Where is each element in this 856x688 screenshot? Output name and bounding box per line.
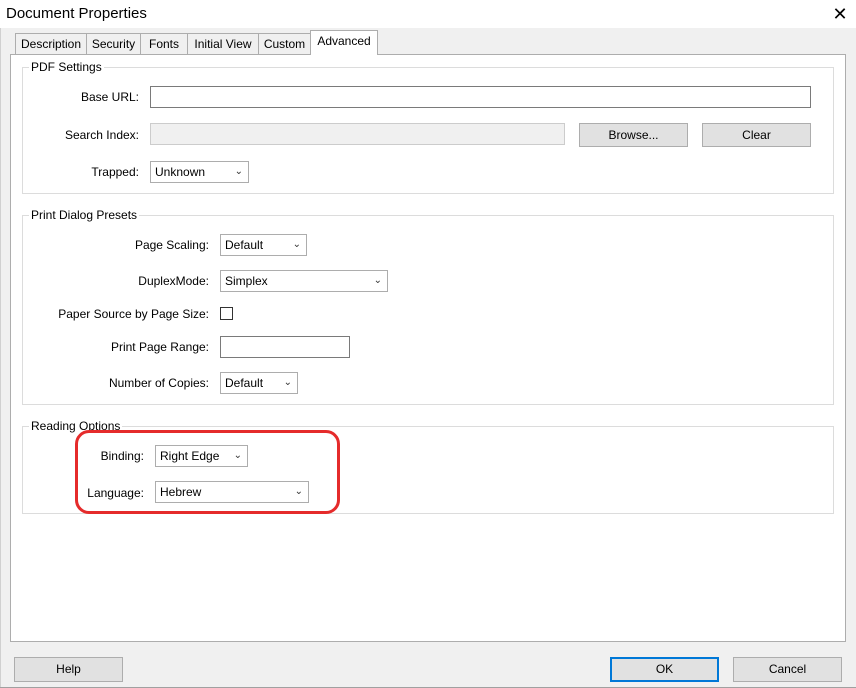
search-index-field[interactable] [150, 123, 565, 145]
page-scaling-label: Page Scaling: [134, 238, 209, 252]
tab-custom[interactable]: Custom [258, 33, 311, 54]
print-page-range-label: Print Page Range: [110, 340, 209, 354]
number-of-copies-label: Number of Copies: [108, 376, 209, 390]
tab-initial-view[interactable]: Initial View [187, 33, 259, 54]
paper-source-checkbox[interactable] [220, 307, 233, 320]
print-page-range-field[interactable] [220, 336, 350, 358]
base-url-field[interactable] [150, 86, 811, 108]
window-title: Document Properties [6, 5, 147, 22]
ok-button[interactable]: OK [610, 657, 719, 682]
pdf-settings-title: PDF Settings [29, 60, 104, 74]
tab-description[interactable]: Description [15, 33, 87, 54]
print-presets-title: Print Dialog Presets [29, 208, 140, 222]
number-of-copies-select[interactable]: Default ⌄ [220, 372, 298, 394]
search-index-label: Search Index: [64, 128, 139, 142]
browse-button[interactable]: Browse... [579, 123, 688, 147]
highlight-outline [75, 430, 340, 514]
tab-fonts[interactable]: Fonts [140, 33, 188, 54]
duplex-mode-select[interactable]: Simplex ⌄ [220, 270, 388, 292]
number-of-copies-value: Default [225, 376, 264, 390]
tab-security[interactable]: Security [86, 33, 141, 54]
duplex-mode-label: DuplexMode: [138, 274, 209, 288]
close-icon[interactable]: ✕ [828, 2, 852, 26]
cancel-button[interactable]: Cancel [733, 657, 842, 682]
window-border [0, 28, 1, 688]
duplex-mode-value: Simplex [225, 274, 268, 288]
tab-advanced[interactable]: Advanced [310, 30, 378, 55]
base-url-label: Base URL: [80, 90, 139, 104]
trapped-label: Trapped: [91, 165, 139, 179]
chevron-down-icon: ⌄ [283, 377, 292, 388]
chevron-down-icon: ⌄ [292, 239, 301, 250]
page-scaling-value: Default [225, 238, 264, 252]
paper-source-label: Paper Source by Page Size: [58, 307, 209, 321]
page-scaling-select[interactable]: Default ⌄ [220, 234, 307, 256]
trapped-value: Unknown [155, 165, 206, 179]
trapped-select[interactable]: Unknown ⌄ [150, 161, 249, 183]
chevron-down-icon: ⌄ [234, 166, 243, 177]
clear-button[interactable]: Clear [702, 123, 811, 147]
help-button[interactable]: Help [14, 657, 123, 682]
chevron-down-icon: ⌄ [373, 275, 382, 286]
